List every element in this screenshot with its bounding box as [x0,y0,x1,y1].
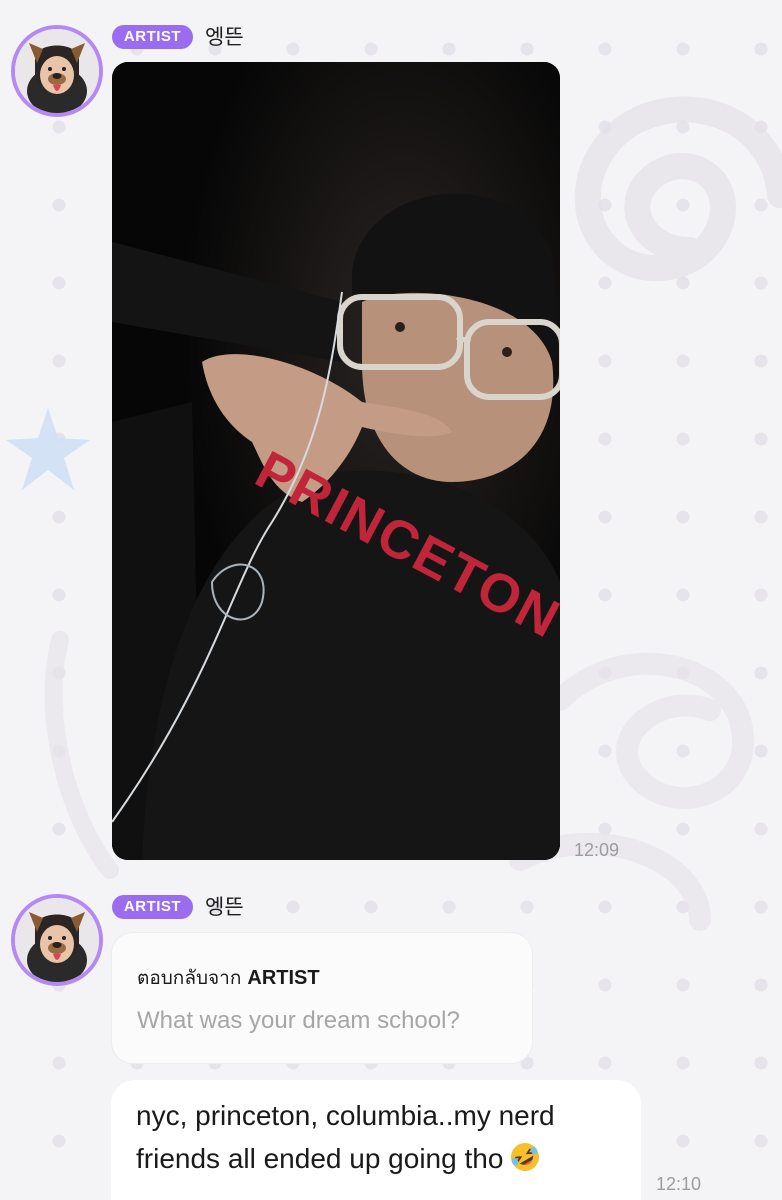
dog-filter-avatar-icon [15,898,99,982]
message-text: nyc, princeton, columbia..my nerd friend… [136,1094,636,1180]
message-line-1: nyc, princeton, columbia..my nerd [136,1100,555,1131]
photo-message[interactable]: PRINCETON [112,62,560,860]
message-line-2-text: friends all ended up going tho [136,1143,504,1174]
message-line-2: friends all ended up going tho [136,1137,636,1180]
star-doodle [6,408,90,490]
timestamp: 12:09 [574,840,620,860]
reply-prefix: ตอบกลับจาก [137,967,242,989]
timestamp: 12:10 [656,1174,702,1194]
reply-question: What was your dream school? [137,1007,460,1034]
reply-quote-card[interactable]: ตอบกลับจาก ARTIST What was your dream sc… [111,932,533,1064]
reply-header: ตอบกลับจาก ARTIST [137,963,320,993]
selfie-photo: PRINCETON [112,62,560,860]
sender-name: 엥뜬 [205,25,244,49]
artist-badge: ARTIST [112,895,193,919]
reply-target: ARTIST [247,967,320,989]
rolling-laughing-emoji-icon [511,1143,540,1171]
avatar[interactable] [11,25,103,117]
avatar[interactable] [11,894,103,986]
message-bubble[interactable]: nyc, princeton, columbia..my nerd friend… [111,1080,641,1200]
dog-filter-avatar-icon [15,29,99,113]
spiral-doodle [574,96,782,282]
artist-badge: ARTIST [112,25,193,49]
sender-name: 엥뜬 [205,895,244,919]
curve-doodle [44,631,119,879]
